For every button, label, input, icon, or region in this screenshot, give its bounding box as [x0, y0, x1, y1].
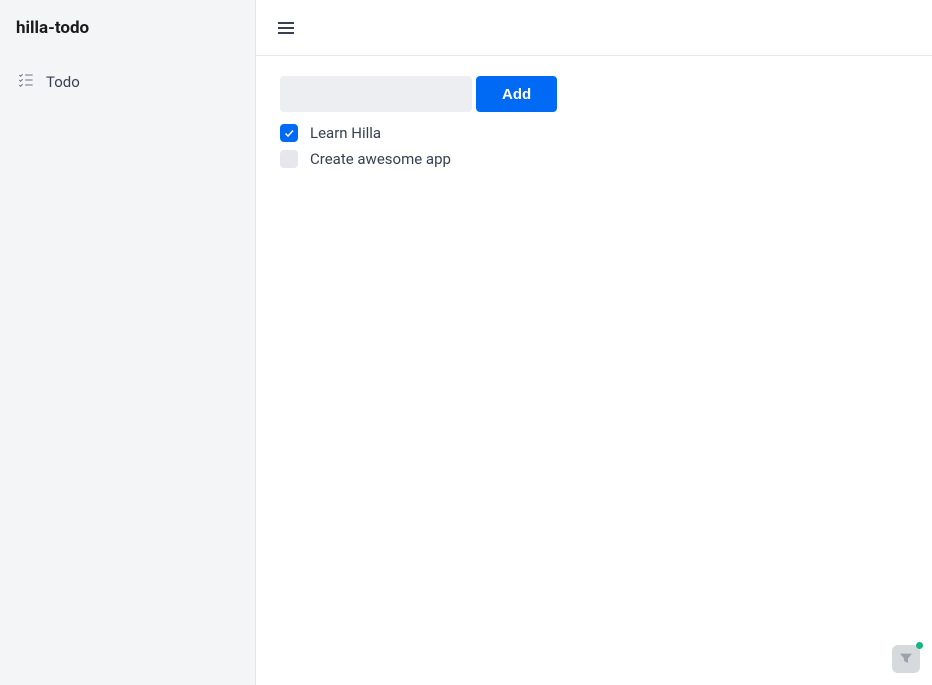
todo-item: Create awesome app	[280, 150, 908, 168]
checkbox-checked[interactable]	[280, 124, 298, 142]
todo-list: Learn Hilla Create awesome app	[280, 124, 908, 168]
todo-item: Learn Hilla	[280, 124, 908, 142]
sidebar: hilla-todo Todo	[0, 0, 256, 685]
todo-label: Create awesome app	[310, 150, 451, 168]
list-check-icon	[16, 70, 36, 94]
add-button[interactable]: Add	[476, 76, 557, 112]
add-row: Add	[280, 76, 908, 112]
sidebar-item-todo[interactable]: Todo	[0, 64, 255, 100]
todo-label: Learn Hilla	[310, 124, 381, 142]
topbar	[256, 0, 932, 56]
app-title: hilla-todo	[0, 14, 255, 64]
main: Add Learn Hilla Create awesome app	[256, 0, 932, 685]
checkbox-unchecked[interactable]	[280, 150, 298, 168]
hamburger-icon[interactable]	[274, 16, 298, 40]
new-todo-input[interactable]	[280, 76, 472, 112]
vaadin-devtools-widget[interactable]	[892, 645, 920, 673]
sidebar-item-label: Todo	[46, 73, 80, 91]
content: Add Learn Hilla Create awesome app	[256, 56, 932, 188]
